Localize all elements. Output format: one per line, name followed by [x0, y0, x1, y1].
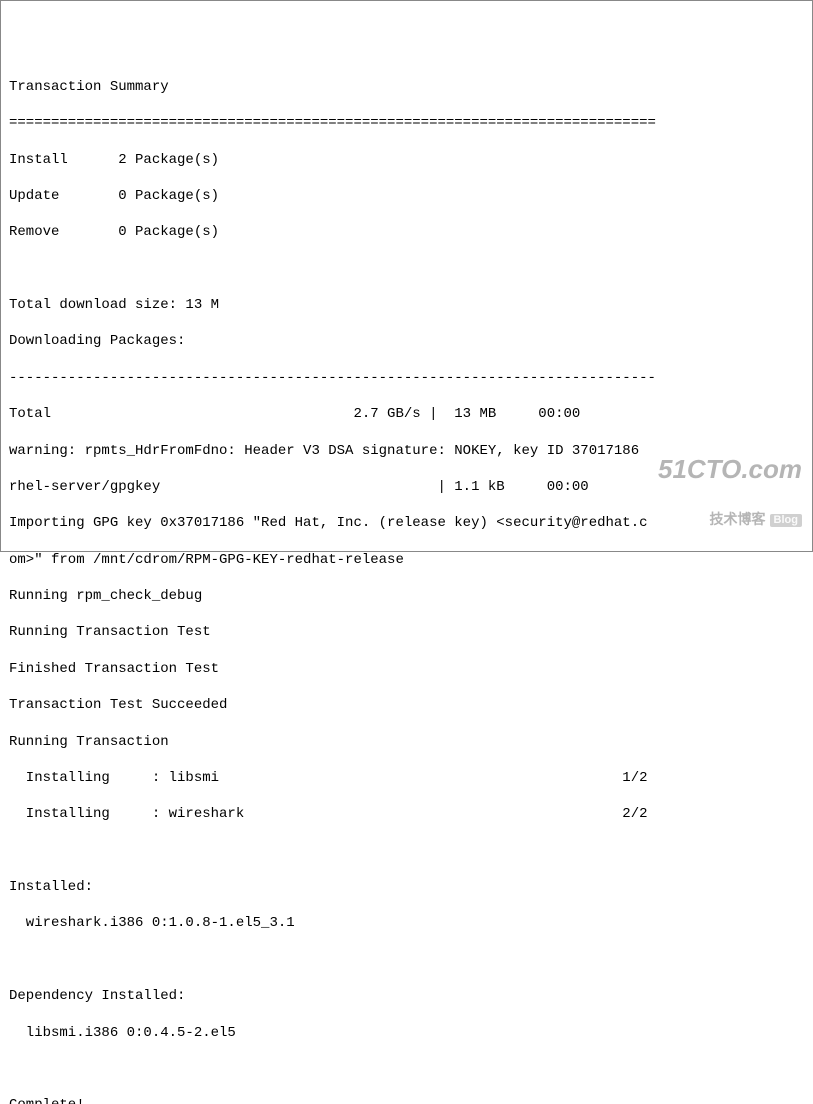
installing-libsmi: Installing : libsmi 1/2 [9, 769, 804, 787]
downloading-packages: Downloading Packages: [9, 332, 804, 350]
rpm-check-debug: Running rpm_check_debug [9, 587, 804, 605]
download-total-line: Total 2.7 GB/s | 13 MB 00:00 [9, 405, 804, 423]
separator-dash: ----------------------------------------… [9, 369, 804, 387]
transaction-test-succeeded: Transaction Test Succeeded [9, 696, 804, 714]
remove-count-line: Remove 0 Package(s) [9, 223, 804, 241]
blank-line [9, 260, 804, 278]
transaction-summary-title: Transaction Summary [9, 78, 804, 96]
blank-line [9, 842, 804, 860]
import-gpg-line-1: Importing GPG key 0x37017186 "Red Hat, I… [9, 514, 804, 532]
install-count-line: Install 2 Package(s) [9, 151, 804, 169]
blank-line [9, 1060, 804, 1078]
nokey-warning: warning: rpmts_HdrFromFdno: Header V3 DS… [9, 442, 804, 460]
transaction-test-run: Running Transaction Test [9, 623, 804, 641]
dependency-installed-header: Dependency Installed: [9, 987, 804, 1005]
update-count-line: Update 0 Package(s) [9, 187, 804, 205]
dependency-installed-package: libsmi.i386 0:0.4.5-2.el5 [9, 1024, 804, 1042]
installing-wireshark: Installing : wireshark 2/2 [9, 805, 804, 823]
complete-message: Complete! [9, 1096, 804, 1104]
installed-header: Installed: [9, 878, 804, 896]
import-gpg-line-2: om>" from /mnt/cdrom/RPM-GPG-KEY-redhat-… [9, 551, 804, 569]
transaction-test-finished: Finished Transaction Test [9, 660, 804, 678]
separator-equals: ========================================… [9, 114, 804, 132]
installed-package: wireshark.i386 0:1.0.8-1.el5_3.1 [9, 914, 804, 932]
total-download-size: Total download size: 13 M [9, 296, 804, 314]
gpgkey-line: rhel-server/gpgkey | 1.1 kB 00:00 [9, 478, 804, 496]
blank-line [9, 951, 804, 969]
running-transaction: Running Transaction [9, 733, 804, 751]
